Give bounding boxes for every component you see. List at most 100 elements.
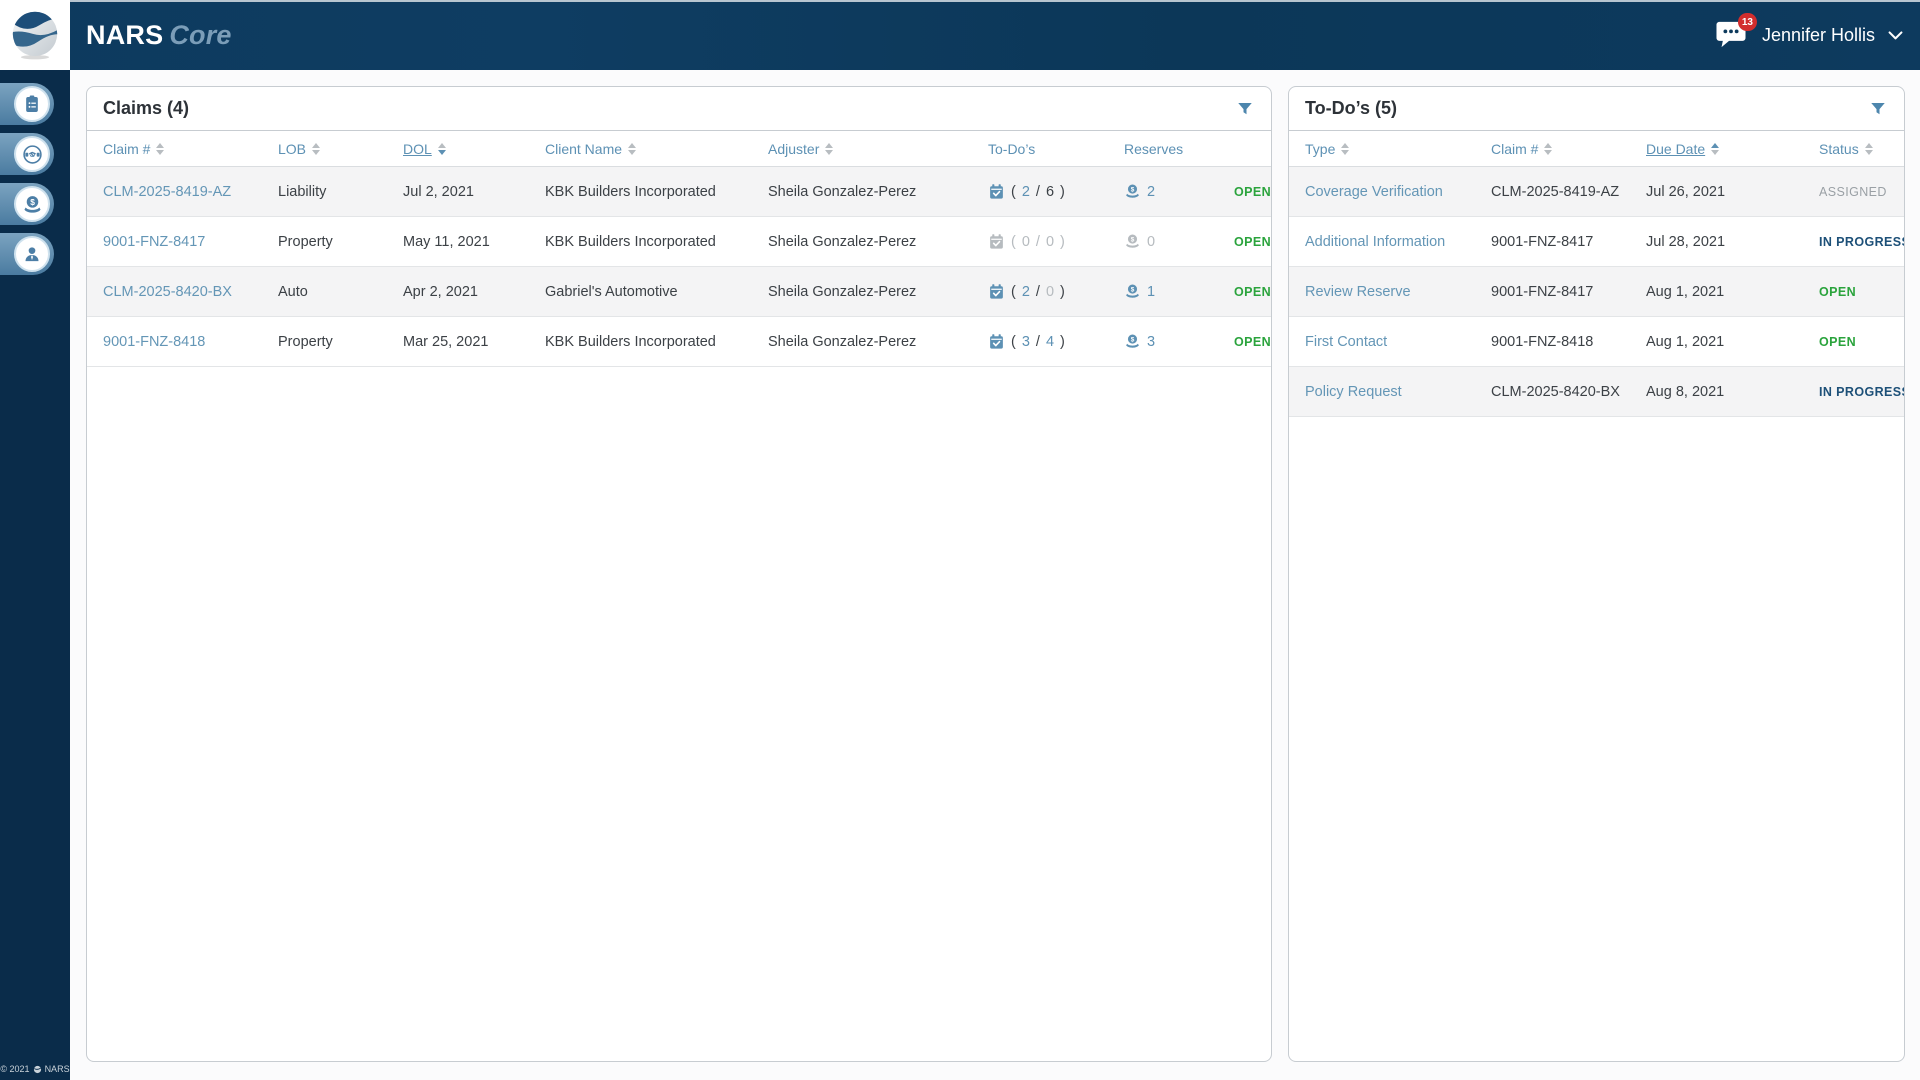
claims-table-row: CLM-2025-8420-BX Auto Apr 2, 2021 Gabrie…: [87, 267, 1271, 317]
claims-table-header: Claim # LOB DOL Client Name Adjuster To-Do’s R…: [87, 131, 1271, 167]
todo-table-row: Review Reserve 9001-FNZ-8417 Aug 1, 2021…: [1289, 267, 1904, 317]
claims-clipboard-icon: [14, 86, 50, 122]
status-badge: OPEN: [1819, 284, 1857, 299]
claim-number-link[interactable]: 9001-FNZ-8418: [103, 334, 278, 350]
svg-text:$: $: [1131, 186, 1135, 193]
todo-type-link[interactable]: Additional Information: [1305, 234, 1491, 250]
reserve-count-cell[interactable]: $ 0: [1124, 233, 1234, 250]
sort-icon: [1544, 142, 1553, 155]
todo-count-cell[interactable]: (2/6): [988, 183, 1124, 200]
calendar-check-icon: [988, 183, 1005, 200]
reserve-count-cell[interactable]: $ 2: [1124, 183, 1234, 200]
column-header-type[interactable]: Type: [1305, 141, 1491, 157]
column-header-adjuster[interactable]: Adjuster: [768, 141, 988, 157]
sidebar-item-reserves[interactable]: $: [0, 183, 54, 225]
messages-button[interactable]: 13: [1714, 13, 1757, 51]
reserve-money-icon: $: [1124, 333, 1141, 350]
dol-cell: Apr 2, 2021: [403, 283, 478, 300]
company-logo[interactable]: [0, 0, 70, 70]
reserve-count: 2: [1147, 183, 1156, 200]
claim-status-cell: OPEN: [1234, 284, 1271, 300]
profile-person-icon: [14, 236, 50, 272]
todo-type-link[interactable]: Coverage Verification: [1305, 184, 1491, 200]
claims-table-row: 9001-FNZ-8418 Property Mar 25, 2021 KBK …: [87, 317, 1271, 367]
status-badge: OPEN: [1234, 234, 1272, 249]
lob-cell: Liability: [278, 183, 327, 200]
column-header-claim-[interactable]: Claim #: [103, 141, 278, 157]
todo-count-cell[interactable]: (3/4): [988, 333, 1124, 350]
todo-claim-number-cell: 9001-FNZ-8417: [1491, 233, 1594, 250]
column-header-lob[interactable]: LOB: [278, 141, 403, 157]
todo-claim-number-cell: 9001-FNZ-8418: [1491, 333, 1594, 350]
column-header-due-date[interactable]: Due Date: [1646, 141, 1819, 157]
reserve-count-cell[interactable]: $ 3: [1124, 333, 1234, 350]
todo-count-cell[interactable]: (2/0): [988, 283, 1124, 300]
handshake-icon: [14, 136, 50, 172]
todo-table-row: Additional Information 9001-FNZ-8417 Jul…: [1289, 217, 1904, 267]
claim-status-cell: OPEN: [1234, 184, 1271, 200]
status-badge: OPEN: [1234, 184, 1272, 199]
due-date-cell: Jul 28, 2021: [1646, 233, 1726, 250]
todos-panel: To-Do’s (5) Type Claim # Due Date Status Co…: [1288, 86, 1905, 1062]
todo-count-cell[interactable]: (0/0): [988, 233, 1124, 250]
claims-panel: Claims (4) Claim # LOB DOL Client Name Adjus…: [86, 86, 1272, 1062]
reserve-count: 1: [1147, 283, 1156, 300]
filter-icon[interactable]: [1868, 99, 1888, 119]
todo-claim-number-cell: CLM-2025-8419-AZ: [1491, 183, 1620, 200]
sort-icon: [628, 142, 637, 155]
sort-icon: [437, 142, 446, 155]
adjuster-cell: Sheila Gonzalez-Perez: [768, 333, 917, 350]
calendar-check-icon: [988, 333, 1005, 350]
sort-icon: [312, 142, 321, 155]
brand-name: NARS: [86, 19, 164, 50]
claims-panel-header: Claims (4): [87, 87, 1271, 131]
claim-number-link[interactable]: CLM-2025-8419-AZ: [103, 184, 278, 200]
lob-cell: Property: [278, 333, 333, 350]
column-header-claim-[interactable]: Claim #: [1491, 141, 1646, 157]
todo-type-link[interactable]: Review Reserve: [1305, 284, 1491, 300]
brand-suffix: Core: [169, 19, 232, 50]
column-header-client-name[interactable]: Client Name: [545, 141, 768, 157]
claim-number-link[interactable]: 9001-FNZ-8417: [103, 234, 278, 250]
adjuster-cell: Sheila Gonzalez-Perez: [768, 183, 917, 200]
user-menu[interactable]: 13 Jennifer Hollis: [1714, 0, 1904, 70]
client-name-cell: KBK Builders Incorporated: [545, 183, 716, 200]
filter-icon[interactable]: [1235, 99, 1255, 119]
top-header-bar: NARS Core 13 Jennifer Hollis: [0, 0, 1920, 70]
reserve-count-cell[interactable]: $ 1: [1124, 283, 1234, 300]
todos-panel-header: To-Do’s (5): [1289, 87, 1904, 131]
svg-text:$: $: [1131, 286, 1135, 293]
copyright-text: © 2021: [0, 1064, 30, 1074]
todo-claim-number-cell: CLM-2025-8420-BX: [1491, 383, 1620, 400]
sort-icon: [1864, 142, 1873, 155]
reserve-money-icon: $: [1124, 233, 1141, 250]
todo-claim-number-cell: 9001-FNZ-8417: [1491, 283, 1594, 300]
left-nav-sidebar: $ © 2021 NARS: [0, 70, 70, 1080]
sidebar-item-clients[interactable]: [0, 133, 54, 175]
copyright-footer: © 2021 NARS: [0, 1064, 70, 1074]
status-badge: IN PROGRESS: [1819, 234, 1905, 249]
todo-table-row: Coverage Verification CLM-2025-8419-AZ J…: [1289, 167, 1904, 217]
claim-number-link[interactable]: CLM-2025-8420-BX: [103, 284, 278, 300]
claim-status-cell: OPEN: [1234, 234, 1271, 250]
calendar-check-icon: [988, 233, 1005, 250]
reserve-count: 3: [1147, 333, 1156, 350]
calendar-check-icon: [988, 283, 1005, 300]
todo-type-link[interactable]: First Contact: [1305, 334, 1491, 350]
dol-cell: Mar 25, 2021: [403, 333, 489, 350]
reserve-money-icon: $: [1124, 183, 1141, 200]
todo-type-link[interactable]: Policy Request: [1305, 384, 1491, 400]
claims-table-row: 9001-FNZ-8417 Property May 11, 2021 KBK …: [87, 217, 1271, 267]
status-badge: ASSIGNED: [1819, 184, 1887, 199]
footer-mini-logo-icon: [33, 1065, 42, 1074]
svg-text:$: $: [1131, 236, 1135, 243]
column-header-dol[interactable]: DOL: [403, 141, 545, 157]
sort-icon: [825, 142, 834, 155]
status-badge: OPEN: [1234, 334, 1272, 349]
sidebar-item-profile[interactable]: [0, 233, 54, 275]
column-header-status[interactable]: Status: [1819, 141, 1888, 157]
sort-icon: [1711, 142, 1720, 155]
todo-status-cell: OPEN: [1819, 284, 1856, 300]
sidebar-item-claims[interactable]: [0, 83, 54, 125]
dol-cell: Jul 2, 2021: [403, 183, 474, 200]
